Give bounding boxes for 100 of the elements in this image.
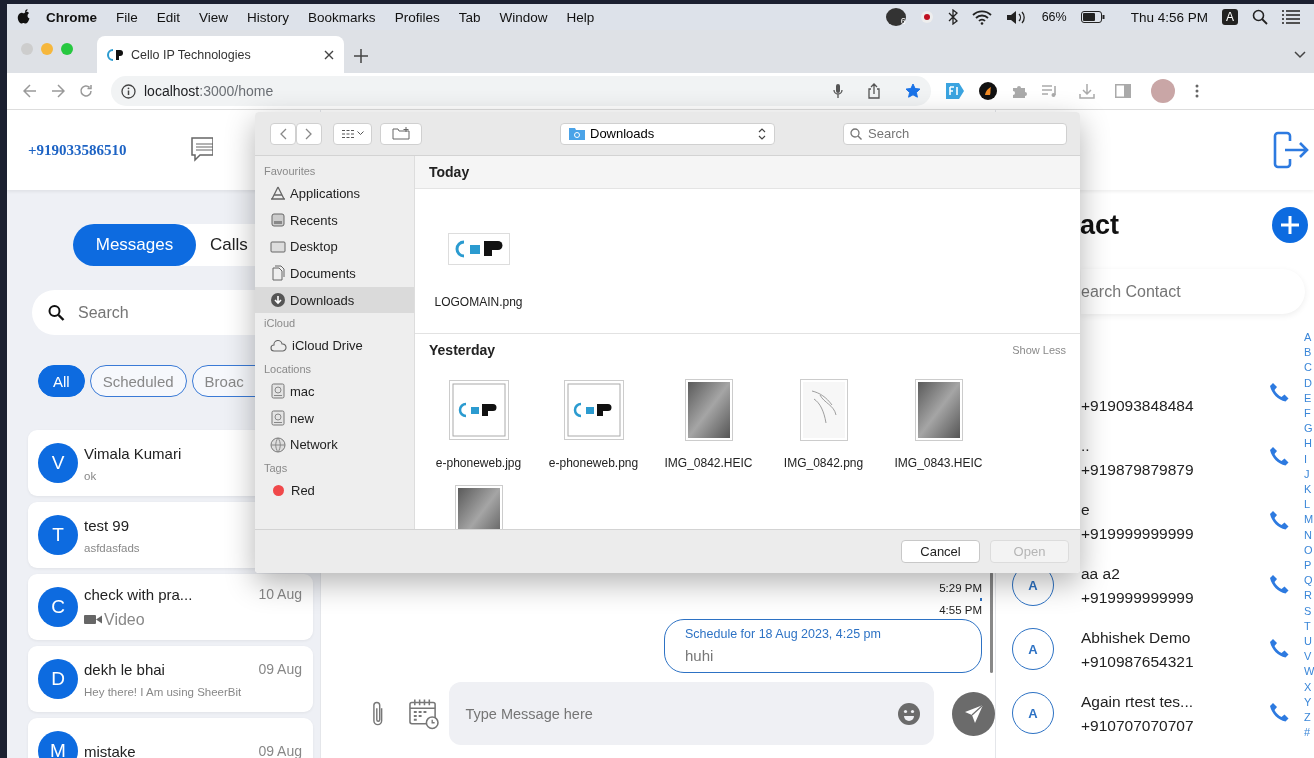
sidebar-item[interactable]: iCloud Drive	[255, 332, 414, 360]
contact-search-field[interactable]: earch Contact	[1081, 269, 1305, 314]
chevron-down-icon[interactable]	[1294, 51, 1306, 59]
info-icon[interactable]	[121, 83, 136, 99]
logout-icon[interactable]	[1273, 131, 1309, 169]
sidebar-item[interactable]: new	[255, 404, 414, 432]
phone-icon[interactable]	[1268, 574, 1290, 596]
menu-item[interactable]: Tab	[458, 9, 481, 25]
puzzle-icon[interactable]	[1011, 83, 1027, 99]
index-letter[interactable]: T	[1304, 618, 1314, 635]
file-name[interactable]: LOGOMAIN.png	[434, 295, 523, 309]
input-source[interactable]: A	[1222, 9, 1238, 25]
reload-icon[interactable]	[79, 84, 93, 98]
index-letter[interactable]: W	[1304, 664, 1314, 680]
back-icon[interactable]	[23, 84, 37, 98]
index-letter[interactable]: A	[1304, 330, 1314, 346]
chat-icon[interactable]	[189, 135, 213, 165]
index-letter[interactable]: M	[1304, 512, 1314, 528]
wifi-icon[interactable]	[971, 9, 992, 25]
apple-logo-icon[interactable]	[17, 8, 32, 26]
close-icon[interactable]	[324, 49, 334, 60]
scheduled-message[interactable]: Schedule for 18 Aug 2023, 4:25 pm huhi	[664, 619, 982, 673]
star-icon[interactable]	[905, 83, 921, 99]
index-letter[interactable]: E	[1304, 390, 1314, 406]
menu-bar-clock[interactable]: Thu 4:56 PM	[1130, 9, 1208, 25]
index-letter[interactable]: U	[1304, 634, 1314, 650]
side-panel-icon[interactable]	[1115, 84, 1131, 98]
emoji-icon[interactable]	[898, 702, 921, 725]
menu-item[interactable]: Help	[566, 9, 595, 25]
scrollbar[interactable]	[990, 572, 993, 673]
record-icon[interactable]	[919, 10, 934, 24]
index-letter[interactable]: Z	[1304, 710, 1314, 726]
search-icon[interactable]	[1252, 9, 1268, 25]
view-tab[interactable]: Messages	[73, 224, 196, 266]
index-letter[interactable]: V	[1304, 649, 1314, 665]
more-icon[interactable]	[1195, 84, 1199, 98]
index-letter[interactable]: X	[1304, 679, 1314, 695]
app-menu[interactable]: Chrome	[46, 9, 97, 25]
index-letter[interactable]: F	[1304, 406, 1314, 422]
phone-icon[interactable]	[1268, 702, 1290, 724]
paperclip-icon[interactable]	[371, 699, 385, 728]
location-popup[interactable]: Downloads	[560, 122, 775, 145]
conversation-card[interactable]: M mistake 09 Aug	[28, 718, 313, 758]
index-letter[interactable]: D	[1304, 375, 1314, 391]
menu-item[interactable]: Window	[499, 9, 548, 25]
file-name[interactable]: e-phoneweb.png	[548, 456, 639, 470]
microphone-icon[interactable]	[833, 83, 843, 99]
view-options-button[interactable]	[333, 122, 372, 145]
menu-item[interactable]: View	[199, 9, 229, 25]
file-name[interactable]: IMG_0842.png	[783, 456, 864, 470]
profile-avatar[interactable]	[1151, 79, 1175, 103]
index-letter[interactable]: J	[1304, 466, 1314, 483]
file-name[interactable]: e-phoneweb.jpg	[435, 456, 522, 470]
browser-tab[interactable]: Cello IP Technologies	[97, 36, 344, 73]
index-letter[interactable]: N	[1304, 527, 1314, 543]
conversation-card[interactable]: D dekh le bhai 09 Aug Hey there! I Am using SheerBit	[28, 646, 313, 712]
index-letter[interactable]: K	[1304, 482, 1314, 498]
index-letter[interactable]: Q	[1304, 573, 1314, 589]
phone-icon[interactable]	[1268, 510, 1290, 532]
index-letter[interactable]: I	[1304, 451, 1314, 467]
download-icon[interactable]	[1079, 83, 1095, 99]
address-bar[interactable]: localhost:3000/home	[111, 76, 931, 106]
sidebar-item[interactable]: Applications	[255, 180, 414, 207]
menu-item[interactable]: History	[247, 9, 290, 25]
menu-icon[interactable]	[1282, 10, 1300, 24]
send-button[interactable]	[952, 691, 995, 736]
index-letter[interactable]: P	[1304, 558, 1314, 574]
index-letter[interactable]: L	[1304, 497, 1314, 513]
index-letter[interactable]: #	[1304, 725, 1314, 741]
index-letter[interactable]: R	[1304, 588, 1314, 604]
notification-badge[interactable]: 6	[885, 8, 906, 26]
bluetooth-icon[interactable]	[947, 9, 958, 25]
index-letter[interactable]: H	[1304, 436, 1314, 452]
index-letter[interactable]: B	[1304, 345, 1314, 361]
file-search-field[interactable]: Search	[843, 122, 1067, 145]
filter-chip[interactable]: All	[38, 365, 85, 397]
conversation-card[interactable]: C check with pra... 10 Aug Video	[28, 574, 313, 640]
phone-icon[interactable]	[1268, 446, 1290, 468]
menu-item[interactable]: Profiles	[394, 9, 440, 25]
forward-icon[interactable]	[51, 84, 65, 98]
volume-icon[interactable]	[1005, 9, 1028, 25]
add-contact-button[interactable]	[1272, 207, 1308, 243]
index-letter[interactable]: S	[1304, 603, 1314, 619]
phone-icon[interactable]	[1268, 638, 1290, 660]
file-name[interactable]: IMG_0842.HEIC	[664, 456, 753, 470]
index-letter[interactable]: C	[1304, 360, 1314, 376]
show-less-link[interactable]: Show Less	[1012, 344, 1066, 356]
extension-icon[interactable]	[979, 82, 997, 100]
share-icon[interactable]	[867, 83, 881, 99]
message-input[interactable]: Type Message here	[449, 682, 935, 745]
index-letter[interactable]: G	[1304, 421, 1314, 437]
battery-icon[interactable]	[1080, 11, 1105, 23]
menu-item[interactable]: Edit	[156, 9, 181, 25]
media-queue-icon[interactable]	[1041, 84, 1059, 98]
dialog-button[interactable]: Cancel	[901, 540, 980, 563]
index-letter[interactable]: Y	[1304, 694, 1314, 711]
calendar-clock-icon[interactable]	[408, 697, 440, 730]
sidebar-item[interactable]: Downloads	[255, 286, 414, 314]
new-tab-icon[interactable]	[354, 49, 368, 63]
menu-item[interactable]: File	[116, 9, 138, 25]
